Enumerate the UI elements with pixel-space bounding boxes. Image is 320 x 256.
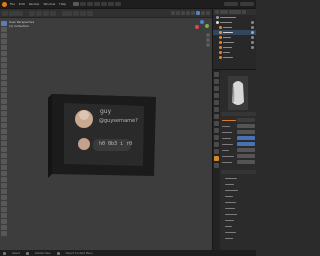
mesh-object-icon [219,56,222,59]
card-mesh[interactable] [0,0,212,250]
mesh-object-icon [219,46,222,49]
properties-tabs [213,70,220,251]
visibility-eye-icon[interactable] [251,36,254,39]
visibility-eye-icon[interactable] [251,31,254,34]
texture-tab-icon[interactable] [214,163,219,168]
specular-field[interactable] [237,148,255,152]
avatar-highlight [79,110,89,120]
properties-panel [212,69,256,251]
status-rotate-view: Rotate View [35,251,51,255]
card-side-edge [48,94,52,178]
mesh-object-icon [219,51,222,54]
status-context-menu: Object Context Menu [65,251,93,255]
ior-field[interactable] [237,154,255,158]
outliner-row-object[interactable] [213,55,256,60]
scene-selector [224,2,256,6]
object-tab-icon[interactable] [214,114,219,119]
mesh-object-icon [219,31,222,34]
data-tab-icon[interactable] [214,149,219,154]
view-layer-tab-icon[interactable] [214,93,219,98]
3d-card-object[interactable]: guy @guysername? h0 0b3 i r0 [0,0,212,250]
surface-label [222,120,236,122]
material-preview [228,76,248,110]
subsurface-field[interactable] [237,130,255,134]
mesh-object-icon [219,36,222,39]
blender-window: File Edit Render Window Help User Perspe… [0,0,256,256]
collection-icon [216,21,219,24]
card-handle: @guysername? [99,118,138,124]
preview-object [232,81,244,105]
camera-object-icon [219,26,222,29]
light-object-icon [219,41,222,44]
small-avatar-circle [78,138,90,150]
card-button-label[interactable]: h0 0b3 i r0 [99,141,132,147]
constraints-tab-icon[interactable] [214,142,219,147]
visibility-eye-icon[interactable] [251,41,254,44]
scene-field[interactable] [224,2,238,6]
collection-icon [216,16,219,19]
scene-tab-icon[interactable] [214,100,219,105]
status-bar: Select Rotate View Object Context Menu [0,250,256,256]
view-layer-field[interactable] [240,2,254,6]
material-tab-icon[interactable] [214,156,219,161]
particles-tab-icon[interactable] [214,128,219,133]
base-color-field[interactable] [237,124,255,128]
visibility-eye-icon[interactable] [251,26,254,29]
status-select: Select [12,251,21,255]
card-username: guy [100,108,112,115]
metallic-slider[interactable] [237,136,255,140]
display-mode-icon[interactable] [220,10,228,14]
preview-section-header[interactable] [221,112,256,116]
mouse-middle-icon [26,251,30,255]
tool-tab-icon[interactable] [214,72,219,77]
visibility-eye-icon[interactable] [251,46,254,49]
outliner-editor-icon[interactable] [215,10,219,14]
physics-tab-icon[interactable] [214,135,219,140]
modifier-tab-icon[interactable] [214,121,219,126]
output-tab-icon[interactable] [214,86,219,91]
render-tab-icon[interactable] [214,79,219,84]
mouse-left-icon [3,251,6,255]
world-tab-icon[interactable] [214,107,219,112]
surface-shader-field[interactable] [237,118,255,122]
search-icon[interactable] [229,10,241,14]
alpha-field[interactable] [237,160,255,164]
outliner-panel [212,9,256,69]
settings-section-header[interactable] [221,170,256,174]
roughness-slider[interactable] [237,142,255,146]
filter-icon[interactable] [242,10,246,14]
mouse-right-icon [56,251,60,255]
visibility-eye-icon[interactable] [251,21,254,24]
